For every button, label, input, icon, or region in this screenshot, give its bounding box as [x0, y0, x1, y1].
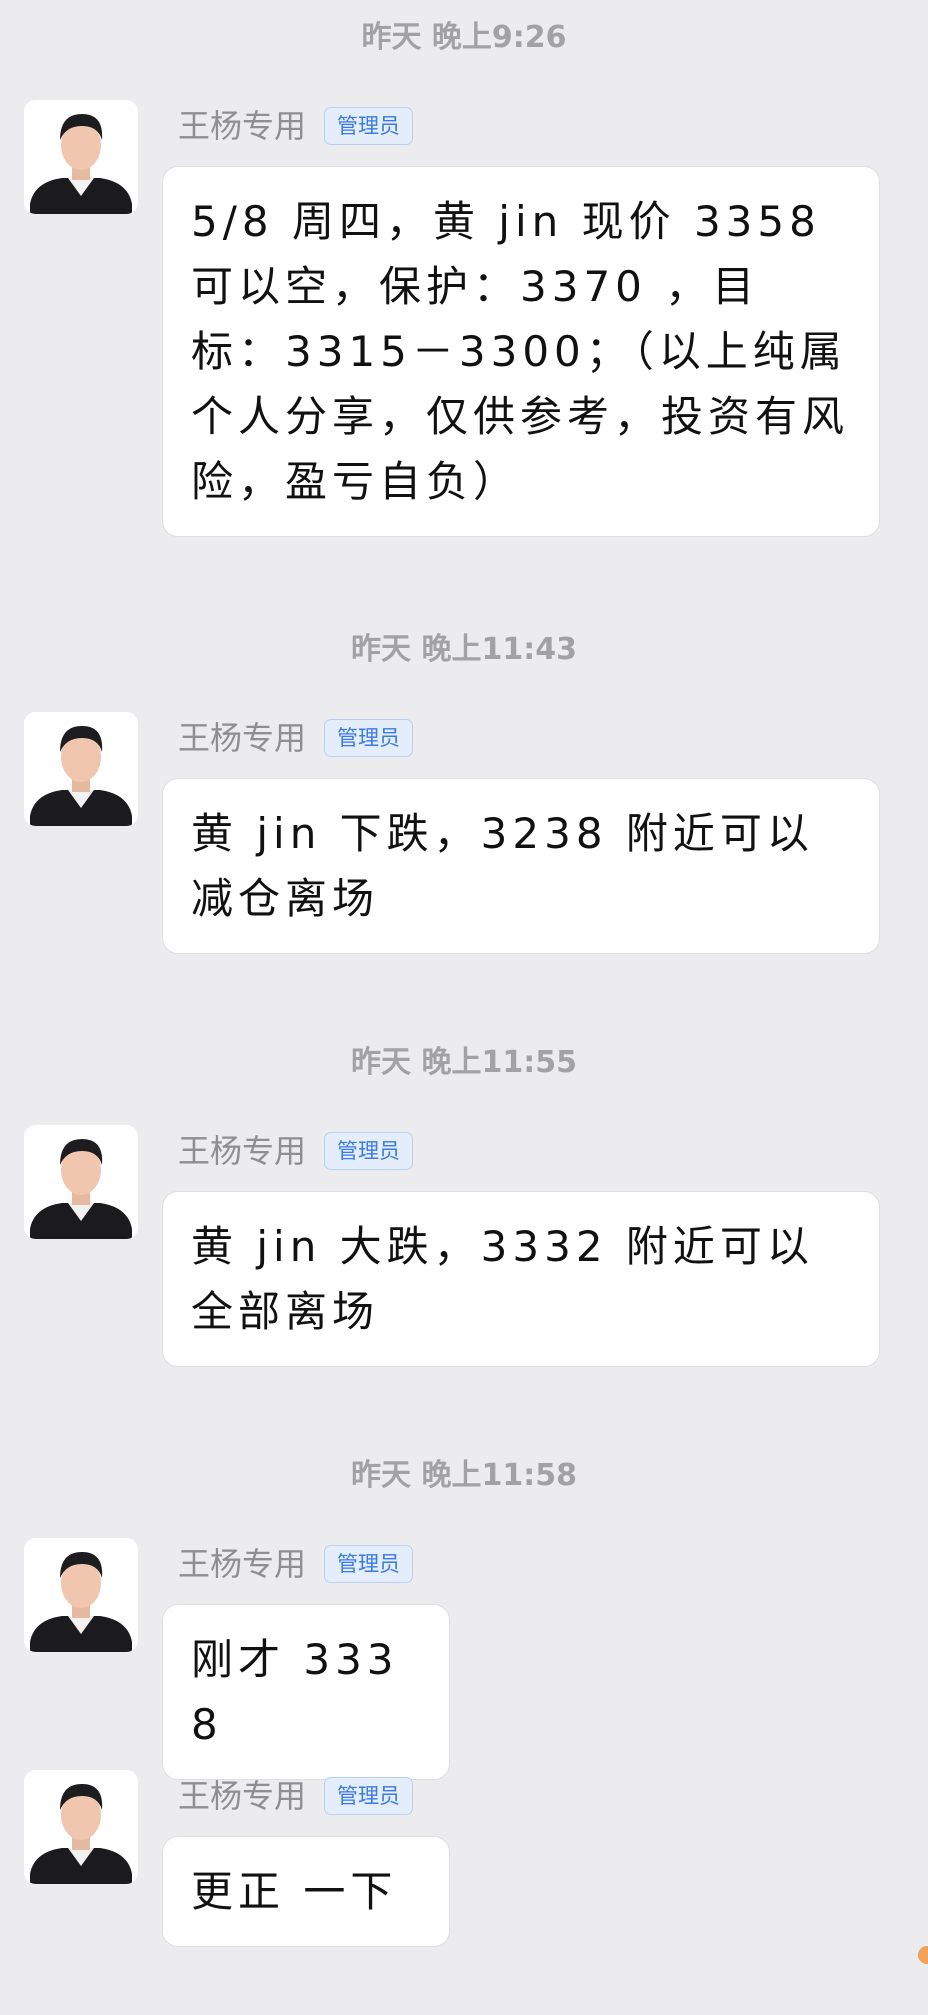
sender-name: 王杨专用: [178, 719, 307, 757]
message-bubble[interactable]: 黄 jin 大跌，3332 附近可以全部离场: [162, 1191, 880, 1367]
person-portrait-icon: [24, 100, 138, 214]
admin-badge: 管理员: [324, 1777, 414, 1815]
sender-info: 王杨专用 管理员: [178, 104, 414, 148]
person-portrait-icon: [24, 1538, 138, 1652]
sender-info: 王杨专用 管理员: [178, 716, 414, 760]
admin-badge: 管理员: [324, 1545, 414, 1583]
chat-thread: 昨天 晚上9:26 王杨专用 管理员 5/8 周四，黄 jin 现价 3358 …: [0, 0, 928, 2015]
admin-badge: 管理员: [324, 1132, 414, 1170]
floating-indicator-dot: [918, 1946, 928, 1964]
admin-badge: 管理员: [324, 719, 414, 757]
avatar[interactable]: [24, 1770, 138, 1884]
avatar[interactable]: [24, 100, 138, 214]
sender-name: 王杨专用: [178, 1132, 307, 1170]
sender-name: 王杨专用: [178, 1777, 307, 1815]
sender-info: 王杨专用 管理员: [178, 1774, 414, 1818]
avatar[interactable]: [24, 1125, 138, 1239]
message-bubble[interactable]: 更正 一下: [162, 1836, 450, 1947]
message-timestamp: 昨天 晚上9:26: [361, 20, 567, 55]
person-portrait-icon: [24, 1770, 138, 1884]
message-bubble[interactable]: 黄 jin 下跌，3238 附近可以减仓离场: [162, 778, 880, 954]
sender-name: 王杨专用: [178, 107, 307, 145]
admin-badge: 管理员: [324, 107, 414, 145]
message-timestamp: 昨天 晚上11:55: [351, 1045, 577, 1080]
message-timestamp: 昨天 晚上11:58: [351, 1458, 577, 1493]
sender-info: 王杨专用 管理员: [178, 1542, 414, 1586]
person-portrait-icon: [24, 1125, 138, 1239]
message-timestamp: 昨天 晚上11:43: [351, 632, 577, 667]
sender-info: 王杨专用 管理员: [178, 1129, 414, 1173]
message-bubble[interactable]: 刚才 3338: [162, 1604, 450, 1780]
avatar[interactable]: [24, 1538, 138, 1652]
person-portrait-icon: [24, 712, 138, 826]
avatar[interactable]: [24, 712, 138, 826]
sender-name: 王杨专用: [178, 1545, 307, 1583]
message-bubble[interactable]: 5/8 周四，黄 jin 现价 3358 可以空，保护：3370 ，目标：331…: [162, 166, 880, 537]
